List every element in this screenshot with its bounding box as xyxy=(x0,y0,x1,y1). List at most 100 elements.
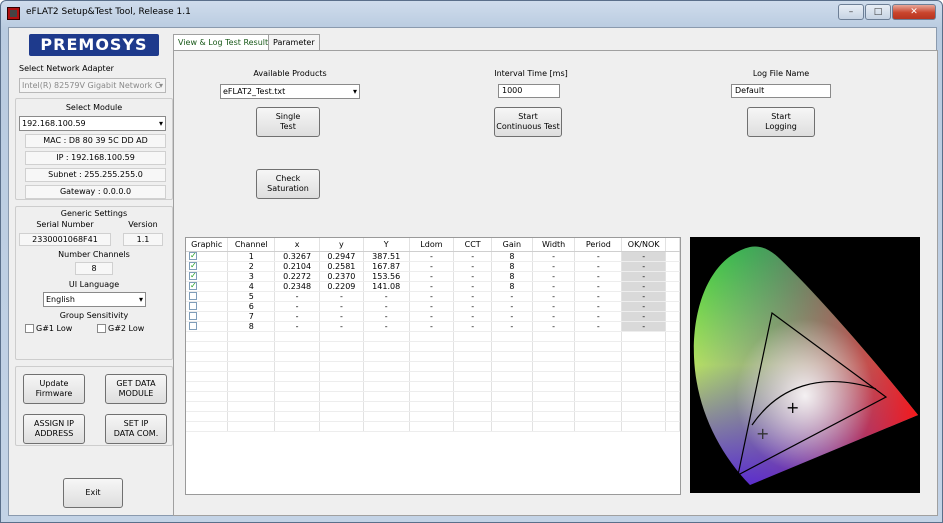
graphic-checkbox[interactable] xyxy=(189,302,197,310)
column-header[interactable]: Gain xyxy=(491,238,533,252)
column-header[interactable]: Ldom xyxy=(409,238,455,252)
table-cell xyxy=(363,361,410,372)
table-row[interactable]: 5--------- xyxy=(186,291,680,302)
table-row[interactable] xyxy=(186,421,680,432)
table-cell xyxy=(574,341,623,352)
title-bar[interactable]: eFLAT2 Setup&Test Tool, Release 1.1 – □ … xyxy=(1,1,942,27)
table-cell xyxy=(491,421,533,432)
table-cell xyxy=(532,381,576,392)
graphic-checkbox[interactable] xyxy=(189,292,197,300)
graphic-checkbox[interactable] xyxy=(189,261,197,270)
table-row[interactable] xyxy=(186,391,680,402)
graphic-cell xyxy=(186,361,229,372)
table-cell: - xyxy=(532,251,576,262)
graphic-checkbox[interactable] xyxy=(189,271,197,280)
exit-button[interactable]: Exit xyxy=(63,478,123,508)
column-header[interactable]: x xyxy=(274,238,320,252)
table-row[interactable]: 20.21040.2581167.87--8--- xyxy=(186,261,680,272)
table-cell: - xyxy=(532,291,576,302)
table-row[interactable]: 6--------- xyxy=(186,301,680,312)
graphic-cell[interactable] xyxy=(186,321,229,332)
column-header[interactable]: Y xyxy=(363,238,410,252)
table-row[interactable]: 7--------- xyxy=(186,311,680,322)
table-cell: - xyxy=(453,291,493,302)
g2-checkbox[interactable]: G#2 Low xyxy=(97,324,144,333)
assign-ip-address-button[interactable]: ASSIGN IP ADDRESS xyxy=(23,414,85,444)
table-row[interactable] xyxy=(186,361,680,372)
table-cell xyxy=(532,391,576,402)
table-cell: 141.08 xyxy=(363,281,410,292)
table-row[interactable]: 8--------- xyxy=(186,321,680,332)
graphic-cell[interactable] xyxy=(186,301,229,312)
table-row[interactable] xyxy=(186,411,680,422)
graphic-checkbox[interactable] xyxy=(189,251,197,260)
graphic-cell[interactable] xyxy=(186,251,229,262)
get-data-module-button[interactable]: GET DATA MODULE xyxy=(105,374,167,404)
check-saturation-button[interactable]: Check Saturation xyxy=(256,169,320,199)
tab-view-log-test-results[interactable]: View & Log Test Results xyxy=(173,34,278,51)
table-cell: - xyxy=(574,321,623,332)
table-cell-spacer xyxy=(665,341,680,352)
table-cell xyxy=(453,331,493,342)
table-cell xyxy=(274,411,320,422)
interval-time-input[interactable]: 1000 xyxy=(498,84,560,98)
table-row[interactable]: 30.22720.2370153.56--8--- xyxy=(186,271,680,282)
log-file-name-label: Log File Name xyxy=(752,69,810,78)
table-cell xyxy=(574,381,623,392)
table-cell: - xyxy=(621,271,667,282)
table-cell: - xyxy=(532,321,576,332)
table-cell: - xyxy=(574,271,623,282)
table-cell: - xyxy=(532,311,576,322)
ui-language-select[interactable]: English ▾ xyxy=(43,292,146,307)
column-header[interactable]: y xyxy=(319,238,364,252)
graphic-cell[interactable] xyxy=(186,281,229,292)
minimize-button[interactable]: – xyxy=(838,4,864,20)
table-row[interactable] xyxy=(186,351,680,362)
graphic-checkbox[interactable] xyxy=(189,281,197,290)
table-row[interactable] xyxy=(186,341,680,352)
graphic-cell[interactable] xyxy=(186,311,229,322)
graphic-cell[interactable] xyxy=(186,261,229,272)
adapter-select[interactable]: Intel(R) 82579V Gigabit Network C ▾ xyxy=(19,78,166,93)
graphic-checkbox[interactable] xyxy=(189,312,197,320)
module-select[interactable]: 192.168.100.59 ▾ xyxy=(19,116,166,131)
column-header[interactable]: Width xyxy=(532,238,576,252)
log-file-name-input[interactable]: Default xyxy=(731,84,831,98)
table-row[interactable] xyxy=(186,401,680,412)
table-cell: - xyxy=(319,291,364,302)
table-row[interactable]: 40.23480.2209141.08--8--- xyxy=(186,281,680,292)
graphic-cell[interactable] xyxy=(186,271,229,282)
single-test-button[interactable]: Single Test xyxy=(256,107,320,137)
table-row[interactable] xyxy=(186,371,680,382)
table-cell: - xyxy=(574,281,623,292)
set-ip-data-com-button[interactable]: SET IP DATA COM. xyxy=(105,414,167,444)
graphic-cell[interactable] xyxy=(186,291,229,302)
maximize-button[interactable]: □ xyxy=(865,4,891,20)
results-grid[interactable]: Graphic Channel x y Y Ldom CCT Gain Width Period O… xyxy=(185,237,681,495)
g1-checkbox[interactable]: G#1 Low xyxy=(25,324,72,333)
table-row[interactable] xyxy=(186,331,680,342)
table-cell xyxy=(227,341,276,352)
table-row[interactable] xyxy=(186,381,680,392)
close-button[interactable]: ✕ xyxy=(892,4,936,20)
column-header[interactable]: OK/NOK xyxy=(621,238,667,252)
table-cell xyxy=(621,421,667,432)
graphic-checkbox[interactable] xyxy=(189,322,197,330)
table-cell: - xyxy=(453,301,493,312)
table-row[interactable]: 10.32670.2947387.51--8--- xyxy=(186,251,680,262)
tab-parameter[interactable]: Parameter xyxy=(268,34,320,50)
table-cell: - xyxy=(532,301,576,312)
column-header[interactable]: Channel xyxy=(227,238,276,252)
graphic-cell xyxy=(186,421,229,432)
column-header[interactable]: CCT xyxy=(453,238,493,252)
update-firmware-button[interactable]: Update Firmware xyxy=(23,374,85,404)
module-value: 192.168.100.59 xyxy=(22,119,86,128)
start-logging-button[interactable]: Start Logging xyxy=(747,107,815,137)
table-cell xyxy=(409,391,455,402)
start-continuous-test-button[interactable]: Start Continuous Test xyxy=(494,107,562,137)
column-header[interactable]: Period xyxy=(574,238,623,252)
column-header[interactable]: Graphic xyxy=(186,238,229,252)
products-select[interactable]: eFLAT2_Test.txt ▾ xyxy=(220,84,360,99)
table-cell-spacer xyxy=(665,371,680,382)
table-cell: 387.51 xyxy=(363,251,410,262)
